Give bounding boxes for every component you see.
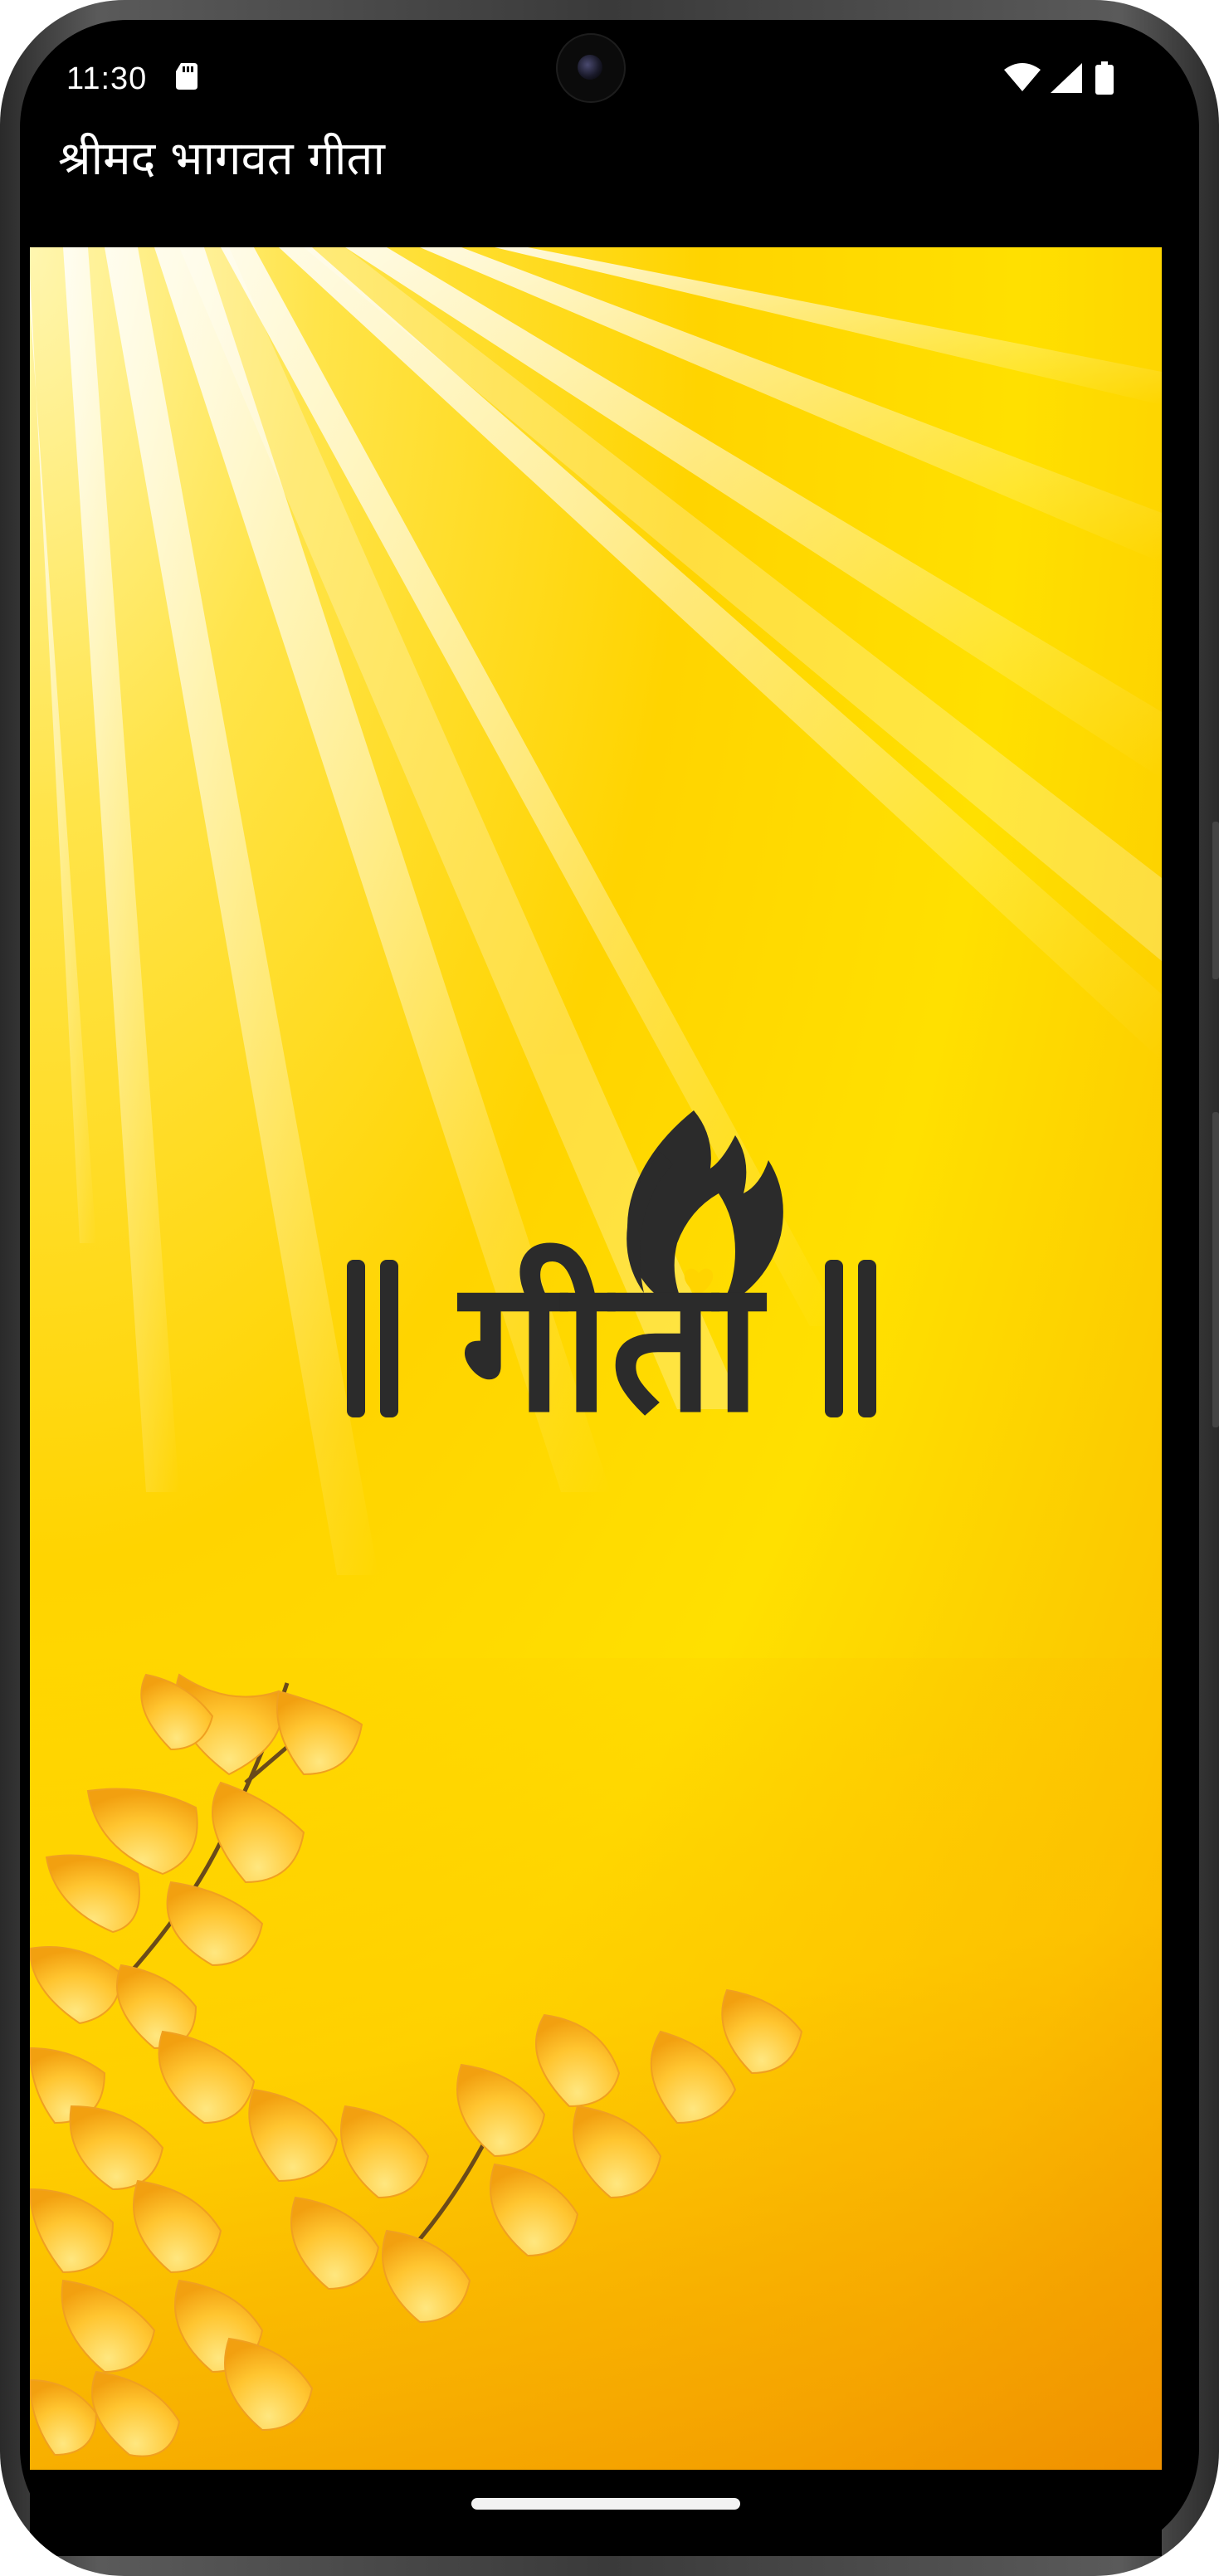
- phone-frame: 11:30 श्रीमद भागवत गीता गीता: [0, 0, 1219, 2576]
- home-indicator[interactable]: [471, 2498, 740, 2510]
- sd-card-icon: [176, 63, 197, 90]
- gita-logo: गीता: [347, 1110, 876, 1442]
- danda-left-2: [380, 1260, 398, 1417]
- volume-button: [1212, 1112, 1219, 1427]
- danda-left-1: [347, 1260, 365, 1417]
- splash-screen: गीता: [30, 247, 1162, 2470]
- power-button: [1212, 822, 1219, 979]
- battery-icon: [1095, 61, 1114, 95]
- navigation-bar: [30, 2470, 1162, 2556]
- logo-text: गीता: [456, 1240, 767, 1442]
- app-title: श्रीमद भागवत गीता: [58, 132, 385, 186]
- danda-right-1: [825, 1260, 843, 1417]
- status-time: 11:30: [66, 61, 148, 96]
- cellular-signal-icon: [1051, 63, 1082, 93]
- ginkgo-flowers: [30, 1673, 803, 2457]
- wifi-icon: [1004, 63, 1041, 91]
- camera-lens: [578, 55, 602, 80]
- danda-right-2: [858, 1260, 876, 1417]
- front-camera: [556, 33, 626, 103]
- status-icons: [1004, 61, 1129, 95]
